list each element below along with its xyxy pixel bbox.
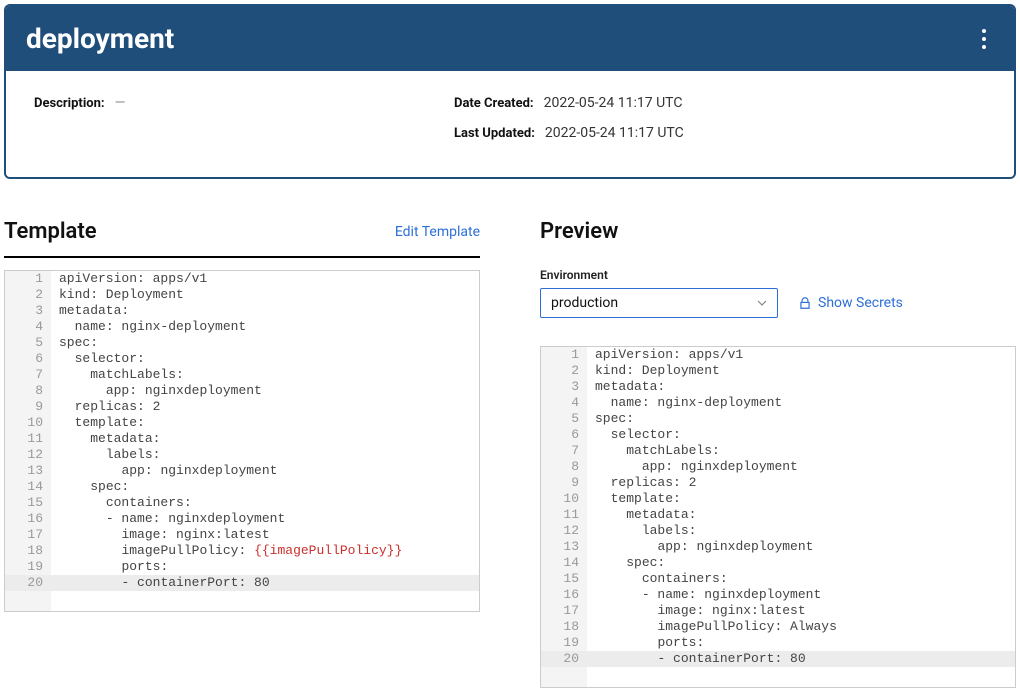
deployment-card: deployment Description: — Date Created: … bbox=[4, 4, 1016, 179]
environment-select[interactable]: production bbox=[540, 288, 778, 318]
meta-last-updated-label: Last Updated: bbox=[454, 126, 535, 141]
show-secrets-link[interactable]: Show Secrets bbox=[798, 295, 903, 311]
editor-line: 2kind: Deployment bbox=[5, 287, 479, 303]
editor-line: 18 imagePullPolicy: {{imagePullPolicy}} bbox=[5, 543, 479, 559]
template-heading: Template bbox=[4, 219, 97, 244]
editor-line: 7 matchLabels: bbox=[5, 367, 479, 383]
template-header: Template Edit Template bbox=[4, 219, 480, 258]
meta-right: Date Created: 2022-05-24 11:17 UTC Last … bbox=[454, 95, 814, 141]
meta-date-created-label: Date Created: bbox=[454, 96, 534, 111]
card-header: deployment bbox=[6, 6, 1014, 71]
editor-line: 7 matchLabels: bbox=[541, 443, 1015, 459]
editor-line: 8 app: nginxdeployment bbox=[541, 459, 1015, 475]
meta-left: Description: — bbox=[34, 95, 394, 141]
editor-line: 13 app: nginxdeployment bbox=[541, 539, 1015, 555]
editor-line: 5spec: bbox=[541, 411, 1015, 427]
editor-line: 6 selector: bbox=[5, 351, 479, 367]
editor-line: 17 image: nginx:latest bbox=[5, 527, 479, 543]
page-title: deployment bbox=[26, 22, 174, 55]
editor-line: 11 metadata: bbox=[541, 507, 1015, 523]
editor-line: 11 metadata: bbox=[5, 431, 479, 447]
editor-line: 17 image: nginx:latest bbox=[541, 603, 1015, 619]
editor-line: 16 - name: nginxdeployment bbox=[5, 511, 479, 527]
editor-line: 12 labels: bbox=[541, 523, 1015, 539]
editor-line: 18 imagePullPolicy: Always bbox=[541, 619, 1015, 635]
editor-line: 3metadata: bbox=[5, 303, 479, 319]
editor-line: 15 containers: bbox=[541, 571, 1015, 587]
preview-header: Preview bbox=[540, 219, 1016, 256]
meta-description-value: — bbox=[115, 95, 126, 111]
editor-line: 10 template: bbox=[5, 415, 479, 431]
template-column: Template Edit Template 1apiVersion: apps… bbox=[4, 219, 480, 688]
environment-row: production Show Secrets bbox=[540, 288, 1016, 318]
chevron-down-icon bbox=[757, 298, 767, 308]
editor-line: 14 spec: bbox=[5, 479, 479, 495]
meta-last-updated-value: 2022-05-24 11:17 UTC bbox=[545, 125, 684, 141]
editor-line: 14 spec: bbox=[541, 555, 1015, 571]
editor-line: 8 app: nginxdeployment bbox=[5, 383, 479, 399]
editor-line: 4 name: nginx-deployment bbox=[541, 395, 1015, 411]
main-columns: Template Edit Template 1apiVersion: apps… bbox=[4, 219, 1016, 688]
preview-column: Preview Environment production Show Secr… bbox=[540, 219, 1016, 688]
editor-line: 20 - containerPort: 80 bbox=[541, 651, 1015, 667]
lock-icon bbox=[798, 296, 812, 310]
meta-description: Description: — bbox=[34, 95, 394, 111]
editor-line: 6 selector: bbox=[541, 427, 1015, 443]
more-menu-icon[interactable] bbox=[974, 25, 994, 53]
editor-line: 4 name: nginx-deployment bbox=[5, 319, 479, 335]
editor-line: 9 replicas: 2 bbox=[5, 399, 479, 415]
editor-line: 1apiVersion: apps/v1 bbox=[541, 347, 1015, 363]
editor-line: 19 ports: bbox=[5, 559, 479, 575]
editor-line: 20 - containerPort: 80 bbox=[5, 575, 479, 591]
template-editor[interactable]: 1apiVersion: apps/v12kind: Deployment3me… bbox=[4, 270, 480, 612]
meta-date-created: Date Created: 2022-05-24 11:17 UTC bbox=[454, 95, 814, 111]
card-body: Description: — Date Created: 2022-05-24 … bbox=[6, 71, 1014, 177]
editor-line: 16 - name: nginxdeployment bbox=[541, 587, 1015, 603]
environment-selected: production bbox=[551, 295, 618, 311]
show-secrets-label: Show Secrets bbox=[818, 295, 903, 311]
editor-line: 9 replicas: 2 bbox=[541, 475, 1015, 491]
editor-line: 3metadata: bbox=[541, 379, 1015, 395]
preview-heading: Preview bbox=[540, 219, 618, 244]
environment-label: Environment bbox=[540, 268, 1016, 282]
editor-line: 13 app: nginxdeployment bbox=[5, 463, 479, 479]
editor-line: 2kind: Deployment bbox=[541, 363, 1015, 379]
editor-line: 10 template: bbox=[541, 491, 1015, 507]
preview-editor: 1apiVersion: apps/v12kind: Deployment3me… bbox=[540, 346, 1016, 688]
editor-line: 5spec: bbox=[5, 335, 479, 351]
editor-line: 12 labels: bbox=[5, 447, 479, 463]
editor-line: 15 containers: bbox=[5, 495, 479, 511]
editor-line: 1apiVersion: apps/v1 bbox=[5, 271, 479, 287]
edit-template-link[interactable]: Edit Template bbox=[395, 224, 480, 240]
meta-description-label: Description: bbox=[34, 96, 105, 111]
editor-line: 19 ports: bbox=[541, 635, 1015, 651]
meta-date-created-value: 2022-05-24 11:17 UTC bbox=[544, 95, 683, 111]
meta-last-updated: Last Updated: 2022-05-24 11:17 UTC bbox=[454, 125, 814, 141]
